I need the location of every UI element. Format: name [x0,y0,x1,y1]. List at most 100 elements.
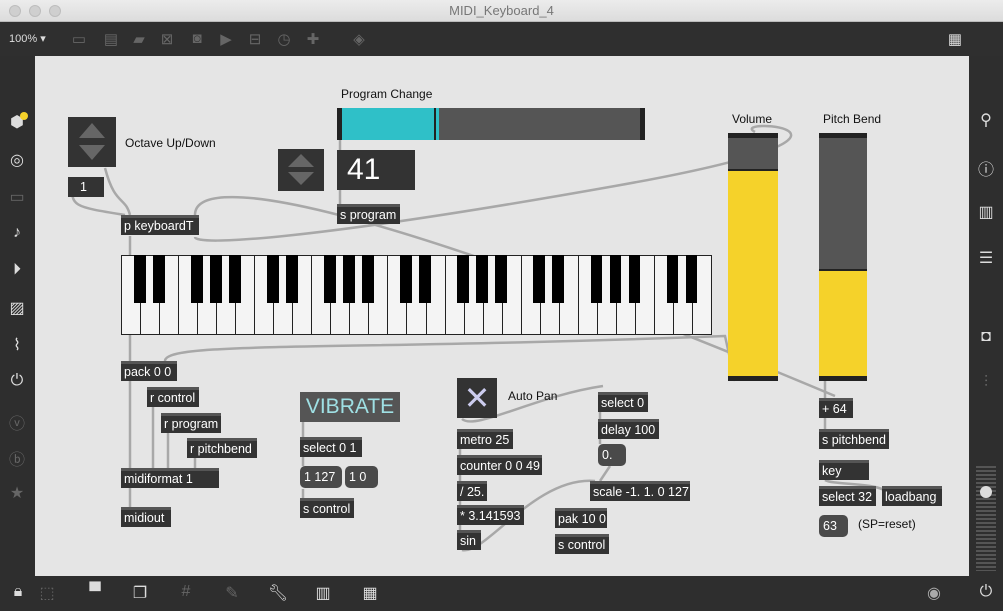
book-icon[interactable]: ▥ [975,202,997,222]
black-key[interactable] [324,255,336,303]
message-icon[interactable]: ▤ [102,30,120,48]
toggle-icon[interactable]: ◙ [188,30,206,47]
object-box[interactable]: midiformat 1 [121,468,219,488]
mixer-icon[interactable]: ⫶ [975,374,997,392]
grid-view-icon[interactable]: ▦ [946,30,964,48]
keyboard-icon[interactable]: ▦ [359,583,381,603]
clip-icon[interactable]: ✎ [221,583,243,603]
camera-icon[interactable]: ◘ [975,328,997,346]
image-icon[interactable]: ▨ [6,298,28,318]
black-key[interactable] [495,255,508,303]
search-icon[interactable]: ⚲ [975,110,997,130]
program-slider[interactable] [337,108,645,140]
power-icon[interactable]: ⏻ [975,583,997,601]
object-box[interactable]: s pitchbend [819,429,889,449]
object-box[interactable]: pak 10 0 [555,508,607,528]
message-box[interactable]: 1 127 [300,466,342,488]
button-icon[interactable]: ⊠ [158,30,176,48]
object-box[interactable]: s program [337,204,400,224]
layers-icon[interactable]: ❐ [129,583,151,603]
playbar-icon[interactable]: ▶ [217,30,235,48]
black-key[interactable] [400,255,412,303]
add-icon[interactable]: ✚ [304,30,322,48]
object-box[interactable]: key [819,460,869,480]
presentation-icon[interactable]: ▀ [84,583,106,601]
arrow-up-icon[interactable] [288,154,314,167]
v-icon[interactable]: ⓥ [6,410,28,434]
black-key[interactable] [133,255,146,303]
program-updown-control[interactable] [278,149,324,191]
object-box[interactable]: scale -1. 1. 0 127 [590,481,690,501]
black-key[interactable] [152,255,165,303]
object-box[interactable]: r control [147,387,199,407]
grid-icon[interactable]: # [175,583,197,601]
dial-icon[interactable]: ◷ [275,30,293,48]
clipboard-icon[interactable]: ▭ [6,187,28,207]
object-box[interactable]: * 3.141593 [457,505,524,525]
object-box[interactable]: midiout [121,507,171,527]
b-icon[interactable]: ⓑ [6,446,28,470]
object-box[interactable]: + 64 [819,398,853,418]
black-key[interactable] [266,255,279,303]
black-key[interactable] [628,255,641,303]
level-meter[interactable] [976,466,996,571]
info-icon[interactable]: ⓘ [975,156,997,180]
object-box[interactable]: select 0 1 [300,437,362,457]
object-box[interactable]: r program [161,413,221,433]
object-box[interactable]: loadbang [882,486,942,506]
black-key[interactable] [457,255,470,303]
lock-icon[interactable]: 🔒︎ [7,583,29,601]
volume-slider[interactable] [728,133,778,381]
presentation-icon[interactable]: ▭ [70,30,88,48]
object-box[interactable]: metro 25 [457,429,513,449]
object-box[interactable]: sin [457,530,481,550]
object-box[interactable]: r pitchbend [187,438,257,458]
octave-number-box[interactable]: 1 [68,177,104,197]
autopan-toggle[interactable]: ✕ [457,378,497,418]
black-key[interactable] [190,255,203,303]
message-box[interactable]: 0. [598,444,626,466]
arrow-down-icon[interactable] [79,145,105,160]
patcher-canvas[interactable]: Octave Up/Down 1 Program Change 41 Volum… [35,56,969,576]
object-box[interactable]: p keyboardT [121,215,199,235]
list-icon[interactable]: ☰ [975,248,997,268]
package-icon[interactable]: ⬢ [6,112,28,132]
wrench-icon[interactable]: 🔧︎ [267,583,289,603]
target-icon[interactable]: ◎ [6,150,28,170]
plug-icon[interactable]: ⏻ [6,372,28,390]
octave-updown-control[interactable] [68,117,116,167]
black-key[interactable] [533,255,546,303]
black-key[interactable] [552,255,565,303]
arrow-up-icon[interactable] [79,123,105,138]
message-box[interactable]: 63 [819,515,848,537]
zoom-dropdown[interactable]: 100% ▾ [9,32,46,45]
object-box[interactable]: counter 0 0 49 [457,455,542,475]
arrow-down-icon[interactable] [288,172,314,185]
black-key[interactable] [362,255,374,303]
object-box[interactable]: s control [300,498,354,518]
object-box[interactable]: select 32 [819,486,876,506]
object-box[interactable]: s control [555,534,609,554]
black-key[interactable] [685,255,698,303]
black-key[interactable] [590,255,603,303]
black-key[interactable] [419,255,432,303]
object-box[interactable]: pack 0 0 [121,361,177,381]
object-box[interactable]: delay 100 [598,419,659,439]
message-box[interactable]: 1 0 [345,466,378,488]
select-icon[interactable]: ⬚ [36,583,58,603]
meter-knob[interactable] [980,486,992,498]
black-key[interactable] [609,255,622,303]
comment-icon[interactable]: ▰ [130,30,148,48]
vibrate-button[interactable]: VIBRATE [300,392,400,422]
program-slider-knob[interactable] [434,108,440,140]
music-note-icon[interactable]: ♪ [6,224,28,242]
black-key[interactable] [228,255,241,303]
piano-keyboard[interactable] [121,255,712,335]
black-key[interactable] [286,255,298,303]
star-icon[interactable]: ★ [6,483,28,503]
video-icon[interactable]: ⏵ [6,261,28,279]
object-box[interactable]: select 0 [598,392,648,412]
black-key[interactable] [476,255,489,303]
object-box[interactable]: / 25. [457,481,487,501]
slider-icon[interactable]: ⊟ [246,30,264,48]
